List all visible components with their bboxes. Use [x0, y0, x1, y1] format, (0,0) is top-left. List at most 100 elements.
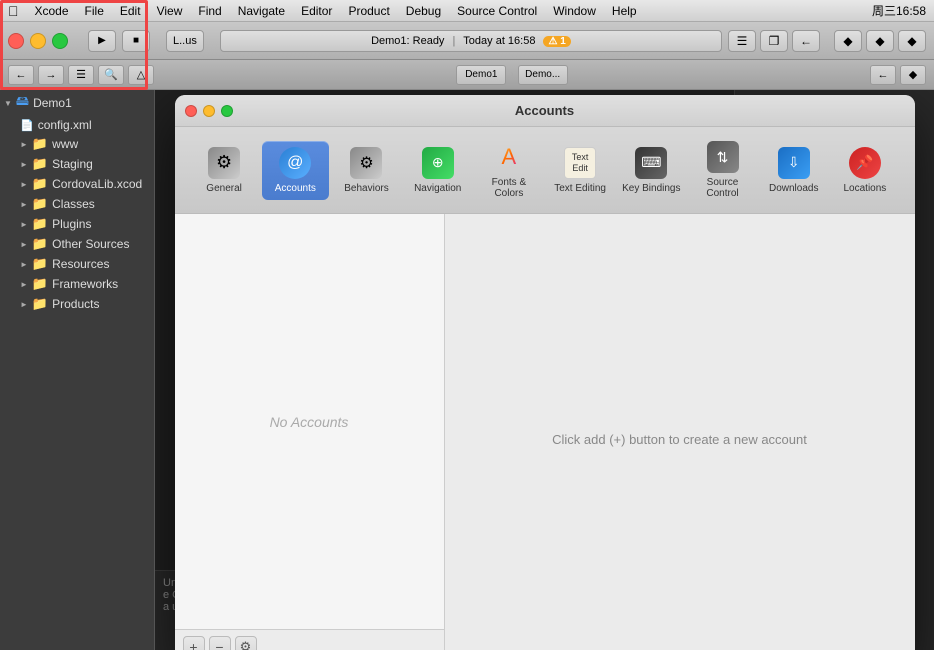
warning-button[interactable]: △	[128, 65, 154, 85]
utilities-toggle[interactable]: ◆	[898, 30, 926, 52]
sidebar-item-cordova[interactable]: ► 📁 CordovaLib.xcod	[0, 174, 154, 194]
right-nav-btn2[interactable]: ◆	[900, 65, 926, 85]
status-bar: Demo1: Ready | Today at 16:58 ⚠ 1	[220, 30, 722, 52]
menu-xcode[interactable]: Xcode	[35, 4, 69, 18]
xcode-toolbar2: ← → ☰ 🔍 △ Demo1 › Demo... ← ◆	[0, 60, 934, 90]
editor-mode-button[interactable]: ☰	[728, 30, 756, 52]
menu-product[interactable]: Product	[348, 4, 389, 18]
scheme-label: L..us	[173, 35, 197, 47]
classes-arrow-icon: ►	[20, 200, 28, 209]
sidebar-cordova-label: CordovaLib.xcod	[52, 177, 142, 191]
assistant-editor-button[interactable]: ❐	[760, 30, 788, 52]
window-minimize-button[interactable]	[30, 33, 46, 49]
sidebar-item-resources[interactable]: ► 📁 Resources	[0, 254, 154, 274]
sidebar-item-frameworks[interactable]: ► 📁 Frameworks	[0, 274, 154, 294]
prefs-body: No Accounts + − ⚙ Click add (+) button t…	[175, 214, 915, 650]
prefs-maximize-button[interactable]	[221, 105, 233, 117]
tab-general[interactable]: ⚙ General	[190, 141, 257, 200]
tab-key-bindings-label: Key Bindings	[622, 183, 680, 194]
tab-downloads[interactable]: ⇩ Downloads	[760, 141, 827, 200]
prefs-minimize-button[interactable]	[203, 105, 215, 117]
sidebar-project-label: Demo1	[33, 96, 72, 110]
prefs-close-button[interactable]	[185, 105, 197, 117]
tab-accounts[interactable]: @ Accounts	[262, 141, 329, 200]
prefs-toolbar: ⚙ General @ Accounts ⚙ Behaviors ⊕ Navig…	[175, 127, 915, 214]
menu-help[interactable]: Help	[612, 4, 637, 18]
right-nav-btn[interactable]: ←	[870, 65, 896, 85]
menu-editor[interactable]: Editor	[301, 4, 332, 18]
debug-toggle[interactable]: ◆	[866, 30, 894, 52]
tab-behaviors-label: Behaviors	[344, 183, 388, 194]
nav-list-button[interactable]: ☰	[68, 65, 94, 85]
sidebar-item-config[interactable]: 📄 config.xml	[0, 116, 154, 134]
tab-locations[interactable]: 📌 Locations	[831, 141, 898, 200]
staging-folder-icon: 📁	[32, 156, 48, 172]
sidebar-item-products[interactable]: ► 📁 Products	[0, 294, 154, 314]
sidebar-www-label: www	[52, 137, 78, 151]
menu-file[interactable]: File	[85, 4, 104, 18]
sidebar: ▼ 🖴 Demo1 📄 config.xml ► 📁 www ► 📁 Stagi…	[0, 90, 155, 650]
nav-forward-button[interactable]: →	[38, 65, 64, 85]
window-close-button[interactable]	[8, 33, 24, 49]
tab-behaviors[interactable]: ⚙ Behaviors	[333, 141, 400, 200]
other-sources-arrow-icon: ►	[20, 240, 28, 249]
menu-edit[interactable]: Edit	[120, 4, 141, 18]
source-control-tab-icon: ⇅	[707, 141, 739, 173]
menu-window[interactable]: Window	[553, 4, 596, 18]
sidebar-item-staging[interactable]: ► 📁 Staging	[0, 154, 154, 174]
prefs-title: Accounts	[515, 103, 574, 118]
stop-button[interactable]: ■	[122, 30, 150, 52]
sidebar-staging-label: Staging	[52, 157, 93, 171]
window-maximize-button[interactable]	[52, 33, 68, 49]
menu-view[interactable]: View	[157, 4, 183, 18]
breadcrumb-back[interactable]: Demo1	[456, 65, 506, 85]
menu-source-control[interactable]: Source Control	[457, 4, 537, 18]
sidebar-products-label: Products	[52, 297, 99, 311]
tab-locations-label: Locations	[844, 183, 887, 194]
search-button[interactable]: 🔍	[98, 65, 124, 85]
folder-icon: 📁	[32, 136, 48, 152]
downloads-tab-icon: ⇩	[778, 147, 810, 179]
add-account-button[interactable]: +	[183, 636, 205, 650]
navigator-toggle[interactable]: ◆	[834, 30, 862, 52]
tab-fonts-colors[interactable]: A Fonts & Colors	[475, 135, 542, 205]
accounts-gear-button[interactable]: ⚙	[235, 636, 257, 650]
resources-folder-icon: 📁	[32, 256, 48, 272]
tab-source-control[interactable]: ⇅ Source Control	[689, 135, 756, 205]
sidebar-item-classes[interactable]: ► 📁 Classes	[0, 194, 154, 214]
breadcrumb-current[interactable]: Demo...	[518, 65, 568, 85]
tab-text-editing[interactable]: Text Edit Text Editing	[547, 141, 614, 200]
text-editing-tab-icon: Text Edit	[564, 147, 596, 179]
tab-navigation[interactable]: ⊕ Navigation	[404, 141, 471, 200]
menu-find[interactable]: Find	[198, 4, 221, 18]
menu-debug[interactable]: Debug	[406, 4, 441, 18]
sidebar-item-other-sources[interactable]: ► 📁 Other Sources	[0, 234, 154, 254]
www-arrow-icon: ►	[20, 140, 28, 149]
classes-folder-icon: 📁	[32, 196, 48, 212]
locations-tab-icon: 📌	[849, 147, 881, 179]
sidebar-item-www[interactable]: ► 📁 www	[0, 134, 154, 154]
apple-icon: 	[8, 3, 19, 19]
version-editor-button[interactable]: ←	[792, 30, 820, 52]
xcode-toolbar: ▶ ■ L..us Demo1: Ready | Today at 16:58 …	[0, 22, 934, 60]
tab-fonts-label: Fonts & Colors	[479, 177, 538, 199]
accounts-toolbar: + − ⚙	[175, 629, 444, 650]
sidebar-other-sources-label: Other Sources	[52, 237, 129, 251]
sidebar-project-root[interactable]: ▼ 🖴 Demo1	[0, 90, 154, 116]
run-button[interactable]: ▶	[88, 30, 116, 52]
tab-general-label: General	[206, 183, 242, 194]
plugins-arrow-icon: ►	[20, 220, 28, 229]
resources-arrow-icon: ►	[20, 260, 28, 269]
sidebar-frameworks-label: Frameworks	[52, 277, 118, 291]
cordova-folder-icon: 📁	[32, 176, 48, 192]
modal-overlay: Accounts ⚙ General @ Accounts ⚙ Behavior…	[155, 90, 934, 650]
tab-key-bindings[interactable]: ⌨ Key Bindings	[618, 141, 685, 200]
warning-badge: ⚠ 1	[543, 36, 570, 47]
nav-back-button[interactable]: ←	[8, 65, 34, 85]
scheme-selector[interactable]: L..us	[166, 30, 204, 52]
menu-navigate[interactable]: Navigate	[238, 4, 285, 18]
tab-accounts-label: Accounts	[275, 183, 316, 194]
sidebar-item-plugins[interactable]: ► 📁 Plugins	[0, 214, 154, 234]
remove-account-button[interactable]: −	[209, 636, 231, 650]
tab-text-editing-label: Text Editing	[554, 183, 606, 194]
